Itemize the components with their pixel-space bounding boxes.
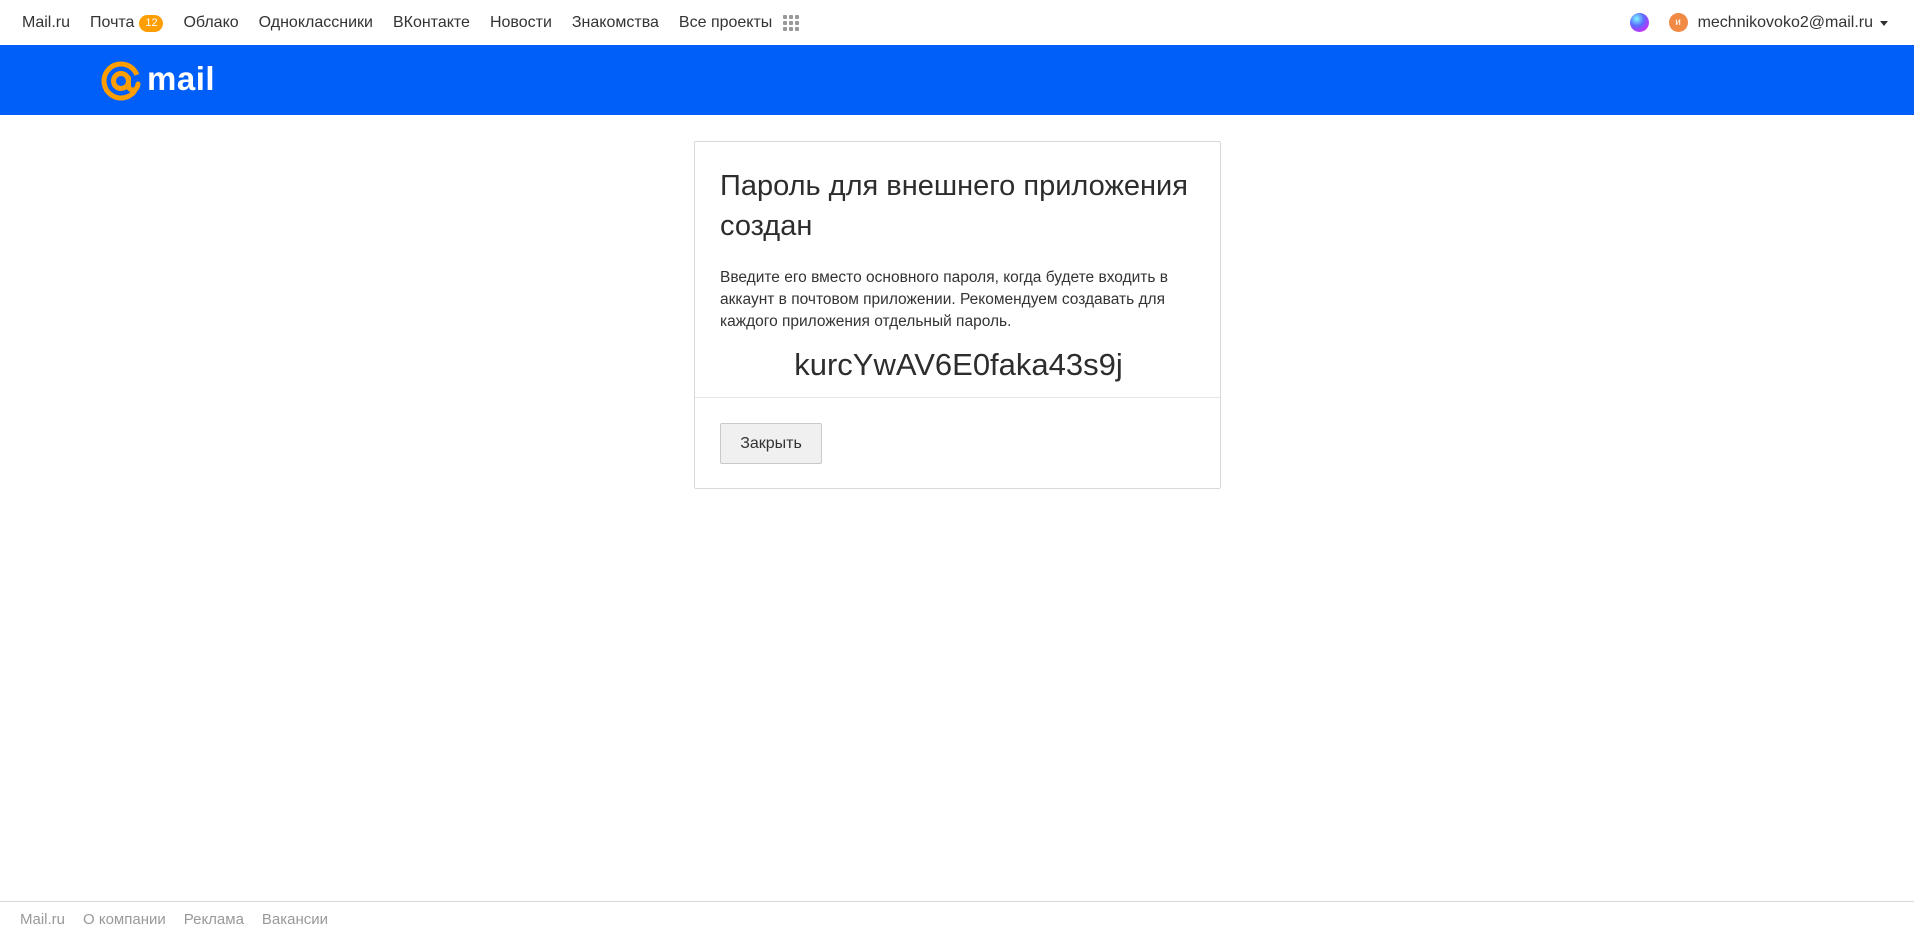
footer-link-ads[interactable]: Реклама xyxy=(184,911,244,928)
mail-header: mail xyxy=(0,45,1914,115)
card-divider xyxy=(695,397,1220,398)
page-footer: Mail.ru О компании Реклама Вакансии xyxy=(0,901,1914,936)
marusia-icon[interactable] xyxy=(1629,13,1649,32)
app-password-card: Пароль для внешнего приложения создан Вв… xyxy=(694,141,1221,489)
nav-link-odnoklassniki[interactable]: Одноклассники xyxy=(259,14,373,32)
nav-link-vkontakte[interactable]: ВКонтакте xyxy=(393,14,470,32)
nav-link-all-projects[interactable]: Все проекты xyxy=(678,13,800,32)
portal-nav: Mail.ru Почта 12 Облако Одноклассники ВК… xyxy=(0,0,819,45)
nav-link-mailru[interactable]: Mail.ru xyxy=(22,14,70,32)
chevron-down-icon[interactable] xyxy=(1880,21,1888,26)
user-email[interactable]: mechnikovoko2@mail.ru xyxy=(1698,14,1873,32)
nav-link-all-projects-label: Все проекты xyxy=(678,13,773,31)
avatar-letter: и xyxy=(1675,17,1681,28)
nav-link-dating[interactable]: Знакомства xyxy=(572,14,659,32)
close-button[interactable]: Закрыть xyxy=(720,423,822,464)
unread-count-badge: 12 xyxy=(139,15,164,32)
logo-text: mail xyxy=(147,60,216,97)
user-area: и mechnikovoko2@mail.ru xyxy=(1629,0,1888,45)
grid-icon xyxy=(783,14,800,31)
nav-link-cloud[interactable]: Облако xyxy=(183,14,238,32)
portal-topbar: Mail.ru Почта 12 Облако Одноклассники ВК… xyxy=(0,0,1914,45)
nav-link-mail[interactable]: Почта 12 xyxy=(90,13,164,32)
card-description: Введите его вместо основного пароля, ког… xyxy=(720,269,1168,330)
card-title: Пароль для внешнего приложения создан xyxy=(720,170,1188,242)
footer-link-about[interactable]: О компании xyxy=(83,911,166,928)
generated-password[interactable]: kurcYwAV6E0faka43s9j xyxy=(695,347,1222,383)
footer-link-mailru[interactable]: Mail.ru xyxy=(20,911,65,928)
mail-logo[interactable]: mail xyxy=(100,60,216,101)
nav-link-news[interactable]: Новости xyxy=(490,14,552,32)
footer-link-jobs[interactable]: Вакансии xyxy=(262,911,328,928)
avatar[interactable]: и xyxy=(1668,13,1688,32)
nav-link-mail-label: Почта xyxy=(90,13,135,31)
mail-at-logo-icon xyxy=(101,61,141,101)
